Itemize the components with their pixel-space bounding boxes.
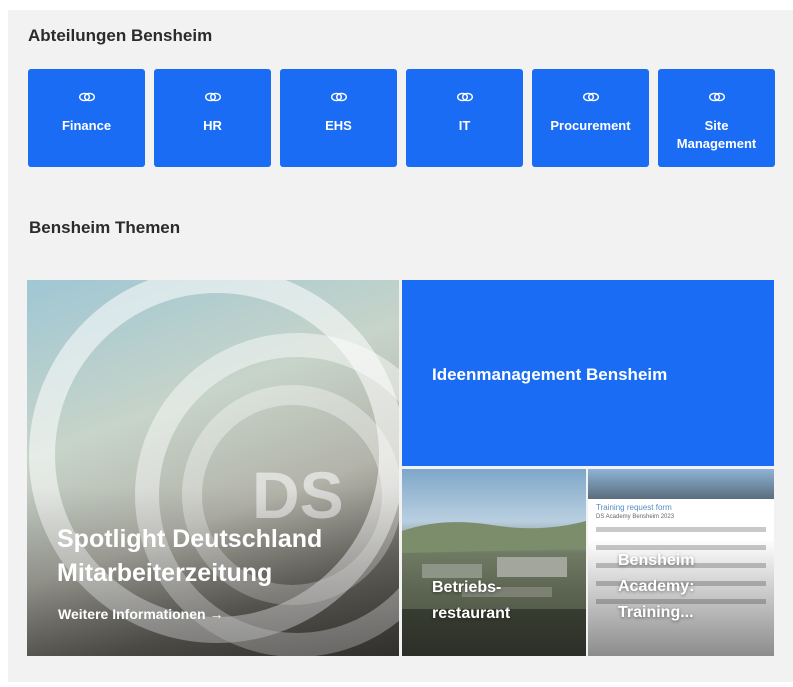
ideas-management-label: Ideenmanagement Bensheim: [432, 365, 668, 384]
quick-link-ehs[interactable]: EHS: [280, 69, 397, 167]
quick-link-it[interactable]: IT: [406, 69, 523, 167]
hero-title: Spotlight Deutschland Mitarbeiterzeitung: [57, 525, 323, 587]
link-icon: [456, 92, 473, 102]
quick-link-label: Finance: [61, 118, 112, 133]
link-icon: [78, 92, 95, 102]
form-field-line: [596, 527, 766, 532]
link-icon: [330, 92, 347, 102]
link-icon: [204, 92, 221, 102]
building-photo-strip: [588, 469, 774, 499]
quick-link-label: HR: [203, 118, 222, 133]
form-title: Training request form: [596, 503, 672, 512]
quick-link-site-management[interactable]: Site Management: [658, 69, 775, 167]
link-icon: [582, 92, 599, 102]
quick-link-hr[interactable]: HR: [154, 69, 271, 167]
quick-link-procurement[interactable]: Procurement: [532, 69, 649, 167]
ideas-management-tile[interactable]: Ideenmanagement Bensheim: [402, 280, 774, 466]
quick-link-finance[interactable]: Finance: [28, 69, 145, 167]
arrow-right-icon: →: [209, 606, 224, 622]
academy-label: Bensheim Academy: Training...: [618, 552, 695, 621]
spotlight-hero-tile[interactable]: DS Spotlight Deutschland Mitarbeiterzeit…: [27, 280, 399, 656]
quick-link-label: EHS: [325, 118, 352, 133]
quick-link-label: Procurement: [550, 118, 631, 133]
topics-heading: Bensheim Themen: [29, 218, 181, 237]
quick-link-label: IT: [458, 118, 471, 133]
restaurant-label: Betriebs-restaurant: [432, 579, 511, 622]
read-more-label: Weitere Informationen: [58, 606, 206, 622]
restaurant-tile[interactable]: Betriebs-restaurant: [402, 469, 586, 656]
academy-training-tile[interactable]: Training request form DS Academy Benshei…: [588, 469, 774, 656]
departments-heading: Abteilungen Bensheim: [28, 26, 213, 45]
form-subtitle: DS Academy Bensheim 2023: [596, 514, 675, 520]
quick-link-label: Site Management: [676, 118, 757, 151]
read-more-link[interactable]: Weitere Informationen →: [58, 606, 223, 622]
campus-aerial-photo: [402, 521, 586, 656]
link-icon: [708, 92, 725, 102]
hero-shade-overlay: [27, 280, 399, 656]
